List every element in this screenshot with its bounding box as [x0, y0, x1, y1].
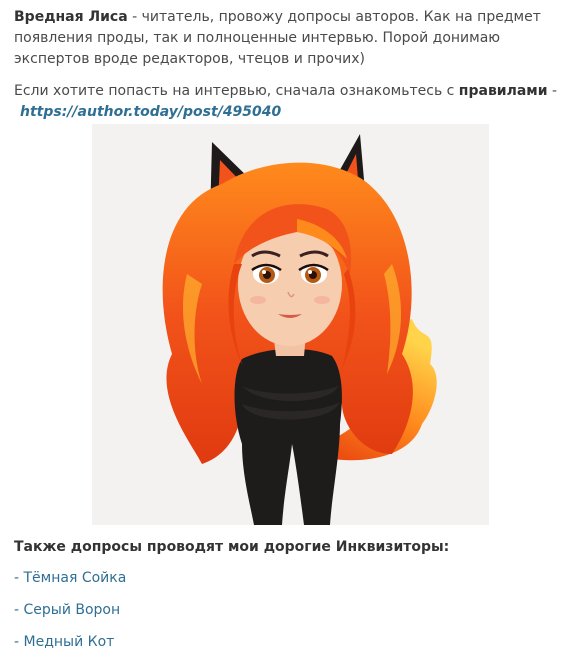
- rules-paragraph: Если хотите попасть на интервью, сначала…: [14, 81, 574, 123]
- inquisitor-link-temnaya-soyka[interactable]: - Тёмная Сойка: [14, 570, 126, 586]
- intro-paragraph: Вредная Лиса - читатель, провожу допросы…: [14, 0, 574, 70]
- rules-link[interactable]: https://author.today/post/495040: [20, 104, 281, 120]
- fox-girl-illustration[interactable]: [92, 124, 489, 525]
- inquisitor-link-mednyy-kot[interactable]: - Медный Кот: [14, 634, 114, 650]
- post-body: Вредная Лиса - читатель, провожу допросы…: [14, 0, 574, 123]
- author-name: Вредная Лиса: [14, 9, 128, 25]
- fox-girl-icon: [162, 134, 437, 525]
- inquisitor-link-seryy-voron[interactable]: - Серый Ворон: [14, 602, 120, 618]
- rules-dash: -: [547, 83, 558, 99]
- inquisitors-heading: Также допросы проводят мои дорогие Инкви…: [14, 539, 450, 555]
- rules-text: Если хотите попасть на интервью, сначала…: [14, 83, 459, 99]
- rules-word: правилами: [458, 83, 548, 99]
